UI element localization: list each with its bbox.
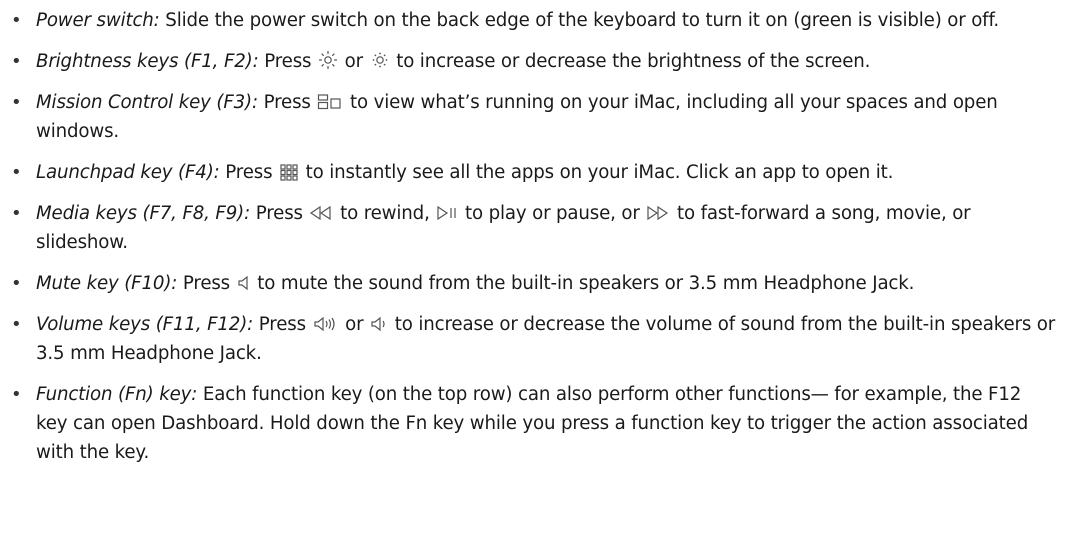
- item-text: to instantly see all the apps on your iM…: [300, 162, 894, 183]
- item-text: Press: [177, 273, 236, 294]
- mute-icon: [237, 274, 251, 292]
- term-label: Volume keys (F11, F12):: [36, 314, 254, 335]
- item-text: Slide the power switch on the back edge …: [159, 10, 1000, 31]
- fast-forward-icon: [646, 204, 670, 222]
- brightness-down-icon: [370, 50, 390, 70]
- item-text: to increase or decrease the brightness o…: [390, 51, 871, 72]
- term-label: Media keys (F7, F8, F9):: [36, 203, 251, 224]
- term-label: Brightness keys (F1, F2):: [36, 51, 259, 72]
- list-item-launchpad-key: • Launchpad key (F4): Press to instantly …: [4, 158, 1057, 187]
- item-text: to mute the sound from the built-in spea…: [251, 273, 915, 294]
- bullet: •: [11, 314, 22, 335]
- list-item-function-key: • Function (Fn) key: Each function key (o…: [4, 380, 1057, 467]
- item-text: to play or pause, or: [459, 203, 646, 224]
- keyboard-keys-list: • Power switch: Slide the power switch on…: [4, 6, 1057, 467]
- list-item-media-keys: • Media keys (F7, F8, F9): Press to rewin…: [4, 199, 1057, 257]
- item-text: to rewind,: [334, 203, 436, 224]
- bullet: •: [11, 203, 22, 224]
- mission-control-icon: [317, 93, 343, 111]
- list-item-mute-key: • Mute key (F10): Press to mute the sound…: [4, 269, 1057, 298]
- term-label: Launchpad key (F4):: [36, 162, 220, 183]
- volume-up-icon: [313, 315, 339, 333]
- brightness-up-icon: [318, 50, 338, 70]
- bullet: •: [11, 162, 22, 183]
- bullet: •: [11, 273, 22, 294]
- document-body: • Power switch: Slide the power switch on…: [0, 0, 1067, 467]
- list-item-mission-control-key: • Mission Control key (F3): Press to view…: [4, 88, 1057, 146]
- launchpad-icon: [279, 163, 299, 181]
- item-text: Press: [253, 314, 312, 335]
- item-text: or: [339, 51, 369, 72]
- list-item-power-switch: • Power switch: Slide the power switch on…: [4, 6, 1057, 35]
- volume-down-icon: [370, 315, 388, 333]
- bullet: •: [11, 51, 22, 72]
- item-text: Press: [257, 92, 317, 113]
- bullet: •: [11, 384, 22, 405]
- bullet: •: [11, 92, 22, 113]
- term-label: Mission Control key (F3):: [36, 92, 258, 113]
- item-text: Press: [258, 51, 317, 72]
- play-pause-icon: [436, 204, 458, 222]
- bullet: •: [11, 10, 22, 31]
- term-label: Power switch:: [36, 10, 160, 31]
- item-text: Press: [219, 162, 279, 183]
- list-item-brightness-keys: • Brightness keys (F1, F2): Press or to i…: [4, 47, 1057, 76]
- term-label: Mute key (F10):: [36, 273, 178, 294]
- item-text: Press: [250, 203, 309, 224]
- item-text: or: [339, 314, 370, 335]
- term-label: Function (Fn) key:: [36, 384, 198, 405]
- list-item-volume-keys: • Volume keys (F11, F12): Press or to inc…: [4, 310, 1057, 368]
- rewind-icon: [309, 204, 333, 222]
